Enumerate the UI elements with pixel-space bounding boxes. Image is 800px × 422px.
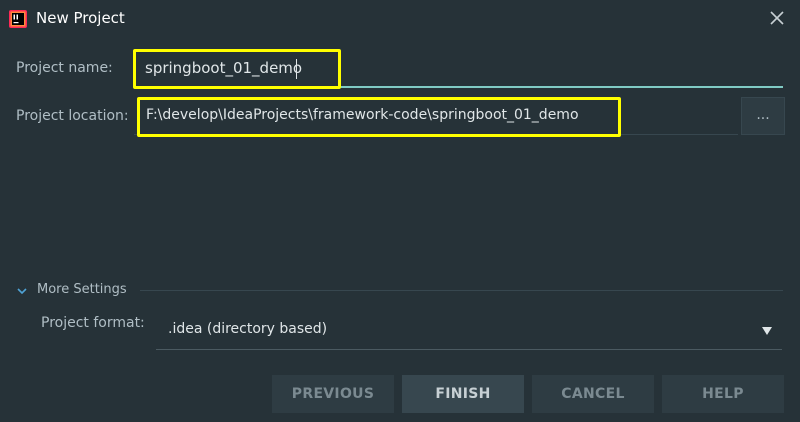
project-location-label: Project location: — [16, 108, 129, 124]
browse-button[interactable]: ... — [741, 97, 785, 135]
project-format-underline — [156, 349, 782, 350]
previous-button[interactable]: PREVIOUS — [272, 375, 394, 413]
help-button[interactable]: HELP — [662, 375, 784, 413]
title-bar: New Project — [0, 0, 800, 38]
cancel-button[interactable]: CANCEL — [532, 375, 654, 413]
window-title: New Project — [36, 9, 125, 27]
text-caret — [296, 59, 297, 79]
intellij-idea-icon — [9, 10, 27, 28]
project-location-underline — [134, 134, 738, 135]
project-format-select[interactable]: .idea (directory based) — [156, 314, 782, 350]
project-format-label: Project format: — [41, 315, 145, 331]
finish-button[interactable]: FINISH — [402, 375, 524, 413]
dropdown-arrow-icon — [762, 327, 772, 335]
project-name-label: Project name: — [16, 60, 113, 76]
project-format-value: .idea (directory based) — [168, 321, 328, 337]
project-name-value[interactable]: springboot_01_demo — [145, 59, 302, 77]
project-name-underline — [134, 86, 783, 88]
chevron-down-icon — [17, 288, 27, 295]
project-location-value[interactable]: F:\develop\IdeaProjects\framework-code\s… — [146, 107, 579, 123]
more-settings-separator — [140, 290, 783, 291]
close-icon[interactable] — [768, 9, 786, 27]
more-settings-label: More Settings — [37, 282, 127, 297]
